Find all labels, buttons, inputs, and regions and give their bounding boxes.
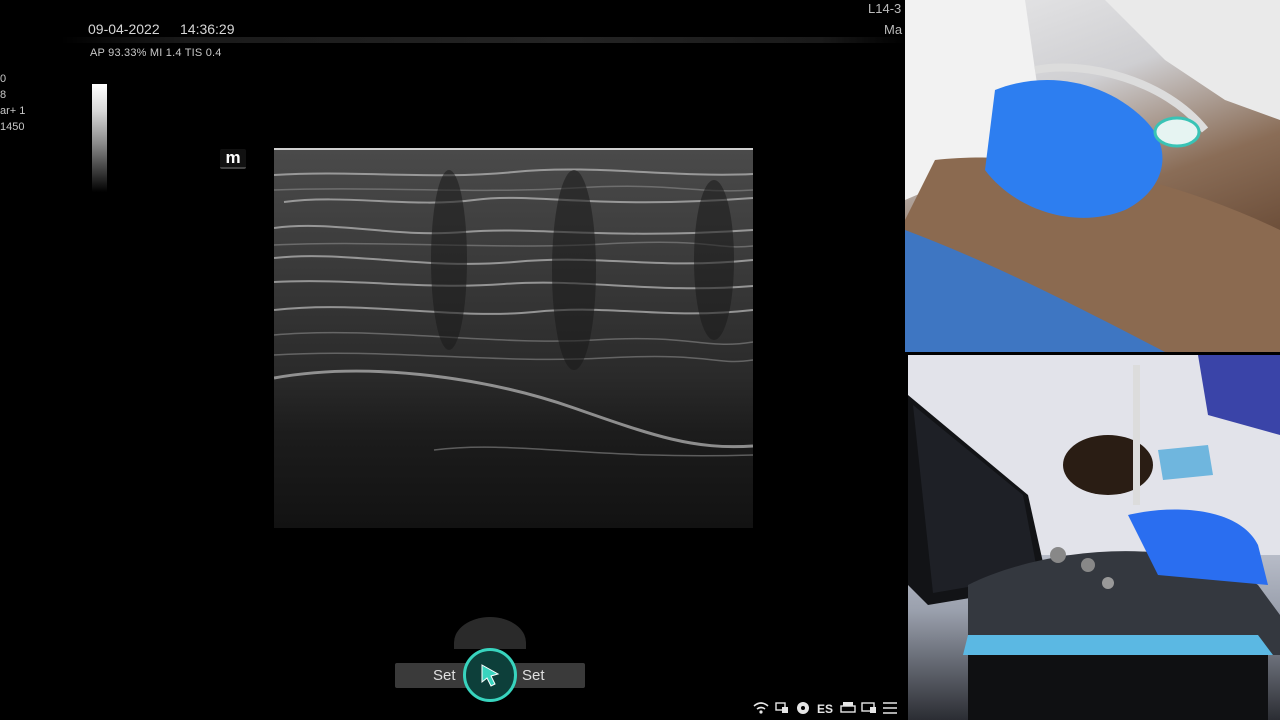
imaging-params: 0 8 ar+ 1 1450 (0, 71, 25, 135)
exam-date: 09-04-2022 (88, 21, 160, 37)
header-divider (60, 37, 905, 43)
pointer-icon (481, 664, 500, 687)
camera-view-room (908, 355, 1280, 720)
grayscale-bar (92, 84, 107, 192)
ultrasound-screen: 09-04-2022 14:36:29 L14-3 Ma AP 93.33% M… (0, 0, 1280, 720)
preset-label: Ma (884, 22, 903, 37)
brand-logo: m (220, 149, 246, 169)
probe-label: L14-3 (868, 1, 902, 16)
param-line: ar+ 1 (0, 105, 26, 117)
language-label: ES (816, 702, 833, 716)
param-line: 8 (0, 89, 7, 101)
tissue-texture (274, 168, 753, 457)
usb-icon (794, 701, 811, 717)
set-left-button[interactable]: Set (433, 667, 456, 684)
camera-view-probe (905, 0, 1280, 352)
cursor-button[interactable] (463, 648, 517, 702)
ultrasound-image[interactable] (274, 148, 753, 528)
param-line: 0 (0, 73, 7, 85)
acoustic-output: AP 93.33% MI 1.4 TIS 0.4 (90, 47, 222, 59)
wifi-icon (752, 701, 769, 717)
set-arc (454, 617, 526, 649)
menu-icon (881, 701, 898, 717)
set-right-button[interactable]: Set (522, 667, 545, 684)
status-bar: ES (752, 700, 898, 718)
param-line: 1450 (0, 121, 25, 133)
display-icon (860, 701, 877, 717)
exam-time: 14:36:29 (180, 21, 235, 37)
printer-icon (839, 701, 856, 717)
network-icon (773, 701, 790, 717)
